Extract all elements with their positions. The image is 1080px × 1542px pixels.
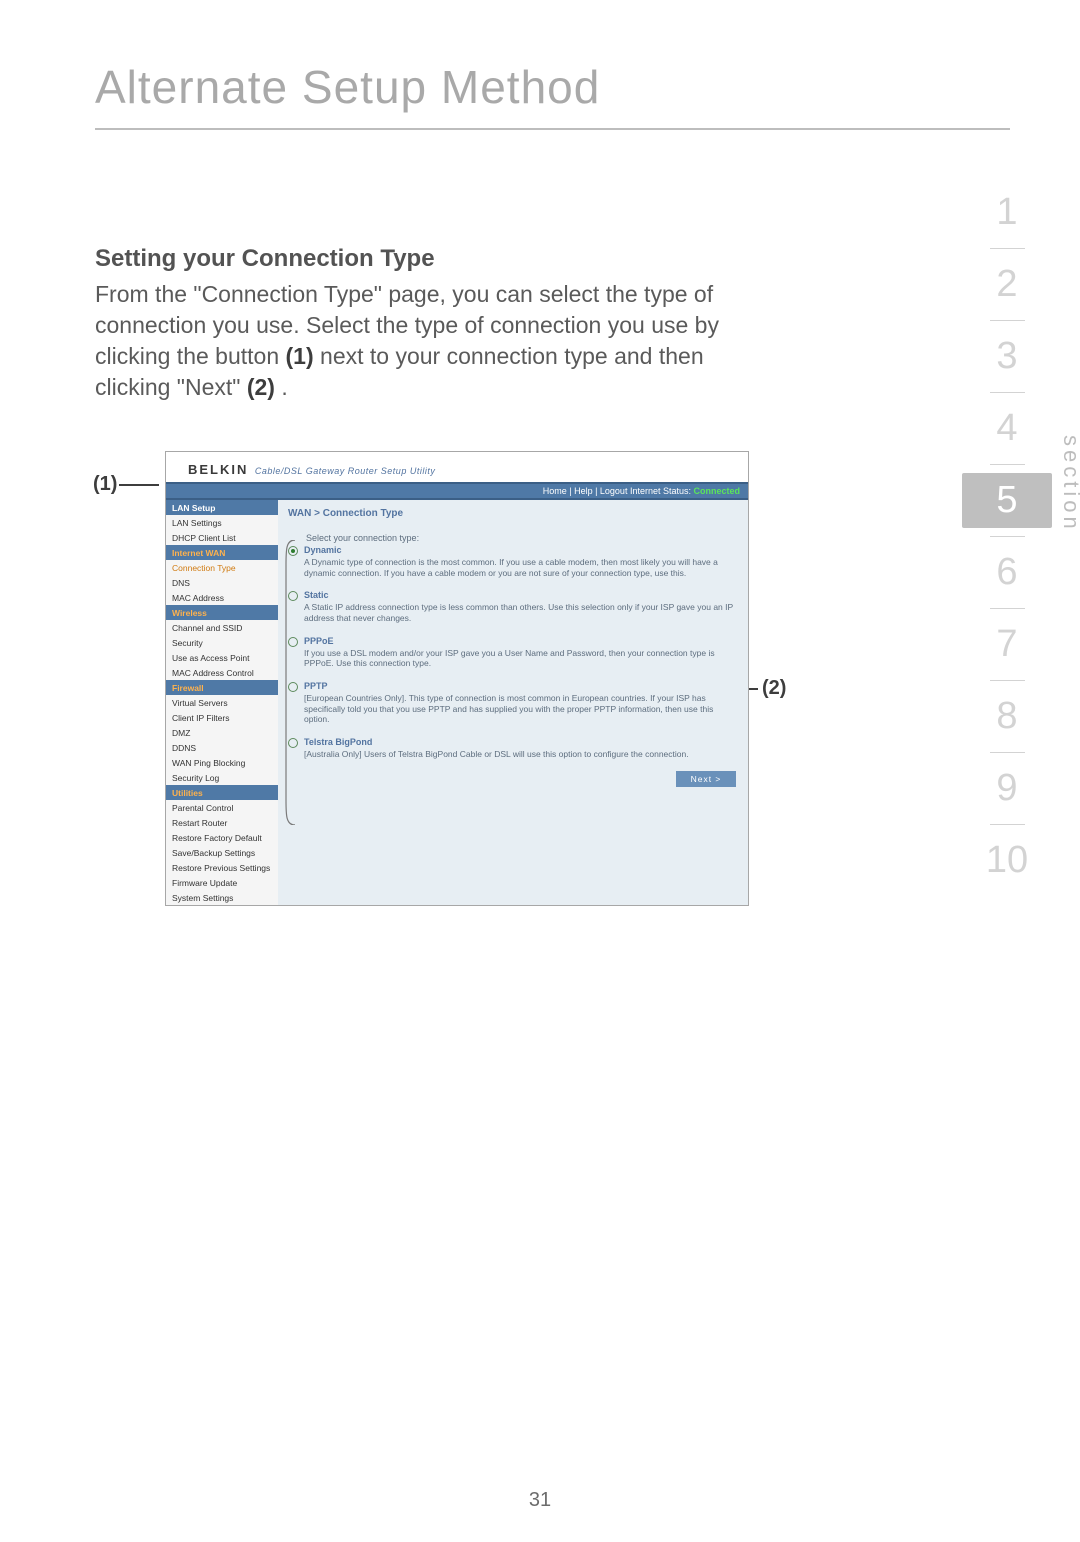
section-divider bbox=[990, 392, 1025, 393]
sidebar-item[interactable]: Restore Factory Default bbox=[166, 830, 278, 845]
connection-option: PPPoE If you use a DSL modem and/or your … bbox=[288, 636, 736, 675]
sidebar-item[interactable]: MAC Address Control bbox=[166, 665, 278, 680]
topbar-links[interactable]: Home | Help | Logout Internet Status: bbox=[543, 486, 694, 496]
section-number: 5 bbox=[962, 473, 1052, 528]
option-desc: A Static IP address connection type is l… bbox=[304, 602, 736, 623]
select-connection-label: Select your connection type: bbox=[306, 533, 736, 543]
sidebar-item[interactable]: MAC Address bbox=[166, 590, 278, 605]
sidebar-item[interactable]: Firmware Update bbox=[166, 875, 278, 890]
router-sidebar: LAN SetupLAN SettingsDHCP Client ListInt… bbox=[166, 500, 278, 905]
sidebar-header: LAN Setup bbox=[166, 500, 278, 515]
sidebar-item[interactable]: Virtual Servers bbox=[166, 695, 278, 710]
radio-button[interactable] bbox=[288, 637, 298, 647]
callout-1: (1) bbox=[93, 473, 117, 496]
para-bold-1: (1) bbox=[286, 343, 314, 369]
sidebar-item[interactable]: DHCP Client List bbox=[166, 530, 278, 545]
sidebar-item[interactable]: Use as Access Point bbox=[166, 650, 278, 665]
section-index: 12345678910 section bbox=[962, 185, 1052, 888]
radio-button[interactable] bbox=[288, 682, 298, 692]
section-divider bbox=[990, 608, 1025, 609]
option-desc: If you use a DSL modem and/or your ISP g… bbox=[304, 648, 736, 669]
router-ui-screenshot: BELKIN Cable/DSL Gateway Router Setup Ut… bbox=[165, 451, 749, 906]
option-title: Dynamic bbox=[304, 545, 736, 555]
sidebar-item[interactable]: Connection Type bbox=[166, 560, 278, 575]
router-main-panel: WAN > Connection Type Select your connec… bbox=[278, 500, 748, 905]
radio-button[interactable] bbox=[288, 546, 298, 556]
section-divider bbox=[990, 320, 1025, 321]
section-divider bbox=[990, 248, 1025, 249]
sidebar-item[interactable]: Security bbox=[166, 635, 278, 650]
sidebar-item[interactable]: LAN Settings bbox=[166, 515, 278, 530]
option-title: PPTP bbox=[304, 681, 736, 691]
section-divider bbox=[990, 464, 1025, 465]
page-title: Alternate Setup Method bbox=[95, 60, 1010, 130]
radio-button[interactable] bbox=[288, 738, 298, 748]
sidebar-item[interactable]: Restore Previous Settings bbox=[166, 860, 278, 875]
para-bold-2: (2) bbox=[247, 374, 275, 400]
sidebar-item[interactable]: Parental Control bbox=[166, 800, 278, 815]
sidebar-item[interactable]: Security Log bbox=[166, 770, 278, 785]
sidebar-item[interactable]: DNS bbox=[166, 575, 278, 590]
section-number: 2 bbox=[962, 257, 1052, 312]
option-title: Telstra BigPond bbox=[304, 737, 736, 747]
section-heading: Setting your Connection Type bbox=[95, 245, 1010, 273]
router-brand-sub: Cable/DSL Gateway Router Setup Utility bbox=[255, 466, 435, 476]
section-number: 10 bbox=[962, 833, 1052, 888]
section-divider bbox=[990, 680, 1025, 681]
option-desc: [Australia Only] Users of Telstra BigPon… bbox=[304, 749, 736, 760]
option-title: PPPoE bbox=[304, 636, 736, 646]
option-title: Static bbox=[304, 590, 736, 600]
router-brand: BELKIN bbox=[188, 462, 248, 477]
sidebar-item[interactable]: DDNS bbox=[166, 740, 278, 755]
para-text-c: . bbox=[281, 374, 287, 400]
sidebar-item[interactable]: Client IP Filters bbox=[166, 710, 278, 725]
section-divider bbox=[990, 824, 1025, 825]
section-number: 1 bbox=[962, 185, 1052, 240]
radio-button[interactable] bbox=[288, 591, 298, 601]
option-desc: A Dynamic type of connection is the most… bbox=[304, 557, 736, 578]
sidebar-header: Wireless bbox=[166, 605, 278, 620]
section-number: 6 bbox=[962, 545, 1052, 600]
sidebar-item[interactable]: Restart Router bbox=[166, 815, 278, 830]
section-number: 3 bbox=[962, 329, 1052, 384]
sidebar-item[interactable]: WAN Ping Blocking bbox=[166, 755, 278, 770]
section-divider bbox=[990, 752, 1025, 753]
router-topbar: Home | Help | Logout Internet Status: Co… bbox=[166, 482, 748, 500]
connection-option: PPTP [European Countries Only]. This type… bbox=[288, 681, 736, 731]
section-number: 9 bbox=[962, 761, 1052, 816]
callout-2: (2) bbox=[762, 677, 786, 700]
next-button[interactable]: Next > bbox=[676, 771, 736, 787]
section-divider bbox=[990, 536, 1025, 537]
sidebar-item[interactable]: Channel and SSID bbox=[166, 620, 278, 635]
sidebar-item[interactable]: System Settings bbox=[166, 890, 278, 905]
page-number: 31 bbox=[0, 1489, 1080, 1512]
sidebar-item[interactable]: Save/Backup Settings bbox=[166, 845, 278, 860]
body-paragraph: From the "Connection Type" page, you can… bbox=[95, 279, 785, 403]
option-desc: [European Countries Only]. This type of … bbox=[304, 693, 736, 725]
section-number: 4 bbox=[962, 401, 1052, 456]
internet-status-value: Connected bbox=[693, 486, 740, 496]
section-number: 8 bbox=[962, 689, 1052, 744]
section-number: 7 bbox=[962, 617, 1052, 672]
sidebar-header: Utilities bbox=[166, 785, 278, 800]
connection-option: Static A Static IP address connection typ… bbox=[288, 590, 736, 629]
connection-option: Dynamic A Dynamic type of connection is t… bbox=[288, 545, 736, 584]
sidebar-header: Internet WAN bbox=[166, 545, 278, 560]
sidebar-header: Firewall bbox=[166, 680, 278, 695]
sidebar-item[interactable]: DMZ bbox=[166, 725, 278, 740]
section-label: section bbox=[1058, 435, 1080, 533]
router-breadcrumb: WAN > Connection Type bbox=[288, 508, 736, 519]
connection-option: Telstra BigPond [Australia Only] Users of… bbox=[288, 737, 736, 766]
